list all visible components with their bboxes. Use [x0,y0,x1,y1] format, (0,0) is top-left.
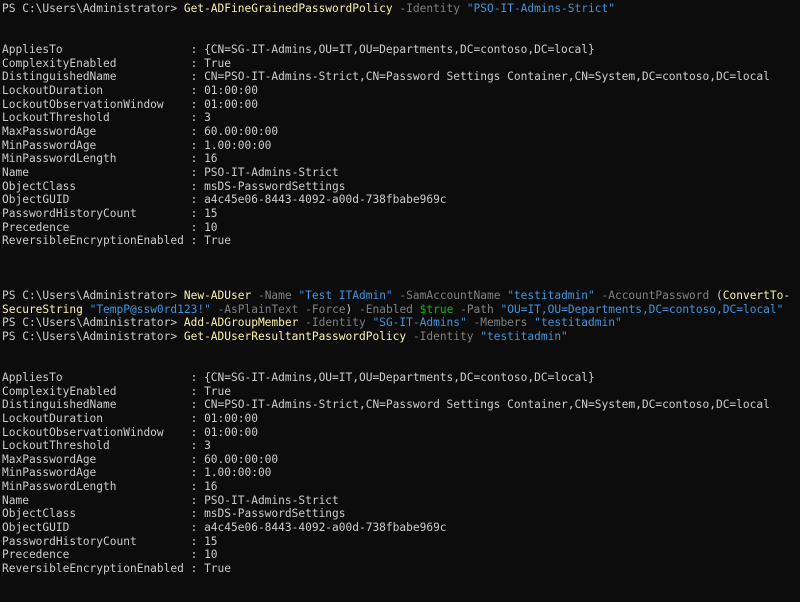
text-segment-default-text: MinPasswordLength : 16 [2,152,218,166]
text-segment-default-text: LockoutObservationWindow : 01:00:00 [2,97,258,111]
output-line: ObjectGUID : a4c45e06-8443-4092-a00d-738… [2,521,447,535]
text-segment-default-text: ReversibleEncryptionEnabled : True [2,562,232,576]
text-segment-string: "Test ITAdmin" [298,288,393,302]
command-line: PS C:\Users\Administrator> New-ADUser -N… [2,289,790,303]
text-segment-default-text: LockoutObservationWindow : 01:00:00 [2,425,258,439]
text-segment-default-text: PS C:\Users\Administrator> [2,316,184,330]
text-segment-default-text: LockoutThreshold : 3 [2,439,211,453]
output-line: ObjectClass : msDS-PasswordSettings [2,180,346,194]
command-line: PS C:\Users\Administrator> Get-ADUserRes… [2,330,568,344]
text-segment-variable: $true [419,302,454,316]
output-line: MaxPasswordAge : 60.00:00:00 [2,453,278,467]
powershell-terminal[interactable]: PS C:\Users\Administrator> Get-ADFineGra… [0,0,800,602]
output-line: LockoutThreshold : 3 [2,111,211,125]
output-line: LockoutDuration : 01:00:00 [2,412,258,426]
output-line: DistinguishedName : CN=PSO-IT-Admins-Str… [2,70,770,84]
text-segment-default-text: ReversibleEncryptionEnabled : True [2,234,232,248]
text-segment-default-text: ) [345,302,360,316]
output-line: MaxPasswordAge : 60.00:00:00 [2,125,278,139]
text-segment-string: "SG-IT-Admins" [372,316,467,330]
text-segment-default-text: DistinguishedName : CN=PSO-IT-Admins-Str… [2,398,770,412]
text-segment-default-text: LockoutThreshold : 3 [2,111,211,125]
output-line: DistinguishedName : CN=PSO-IT-Admins-Str… [2,398,770,412]
output-line: ObjectGUID : a4c45e06-8443-4092-a00d-738… [2,193,447,207]
text-segment-default-text: LockoutDuration : 01:00:00 [2,411,258,425]
output-line: LockoutObservationWindow : 01:00:00 [2,426,258,440]
text-segment-default-text: MinPasswordAge : 1.00:00:00 [2,466,272,480]
text-segment-command: Get-ADFineGrainedPasswordPolicy [183,2,393,15]
text-segment-string: "TempP@ssw0rd123!" [89,302,211,316]
text-segment-default-text: Precedence : 10 [2,548,218,562]
text-segment-parameter: -Enabled [359,302,420,316]
text-segment-parameter: -Identity [392,2,467,15]
output-line: ReversibleEncryptionEnabled : True [2,562,231,576]
output-line: ObjectClass : msDS-PasswordSettings [2,507,346,521]
text-segment-default-text: ( [716,288,723,302]
output-line: ComplexityEnabled : True [2,385,231,399]
text-segment-default-text: MinPasswordLength : 16 [2,480,218,494]
text-segment-string: "testitadmin" [534,316,622,330]
output-line: ReversibleEncryptionEnabled : True [2,234,231,248]
text-segment-default-text: MaxPasswordAge : 60.00:00:00 [2,124,279,138]
output-line: LockoutObservationWindow : 01:00:00 [2,98,258,112]
output-line: MinPasswordLength : 16 [2,152,218,166]
text-segment-default-text: AppliesTo : {CN=SG-IT-Admins,OU=IT,OU=De… [2,43,595,56]
output-line: Precedence : 10 [2,221,218,235]
text-segment-default-text: ComplexityEnabled : True [2,384,232,398]
command-line: PS C:\Users\Administrator> Get-ADFineGra… [2,2,615,16]
text-segment-command: Get-ADUserResultantPasswordPolicy [183,329,407,343]
text-segment-default-text: PasswordHistoryCount : 15 [2,206,218,220]
text-segment-string: "testitadmin" [480,329,568,343]
text-segment-parameter: -Identity [406,329,481,343]
text-segment-default-text: PasswordHistoryCount : 15 [2,534,218,548]
text-segment-parameter: -SamAccountName [392,288,508,302]
text-segment-default-text: PS C:\Users\Administrator> [2,329,184,343]
text-segment-default-text: ComplexityEnabled : True [2,56,232,70]
output-line: MinPasswordAge : 1.00:00:00 [2,139,271,153]
text-segment-default-text: Name : PSO-IT-Admins-Strict [2,493,339,507]
output-line: AppliesTo : {CN=SG-IT-Admins,OU=IT,OU=De… [2,43,595,57]
text-segment-parameter: -Identity [298,316,373,330]
text-segment-default-text: MaxPasswordAge : 60.00:00:00 [2,452,279,466]
output-line: PasswordHistoryCount : 15 [2,535,218,549]
output-line: PasswordHistoryCount : 15 [2,207,218,221]
text-segment-command: SecureString [2,302,83,316]
text-segment-parameter: -Members [466,316,535,330]
text-segment-default-text: ObjectGUID : a4c45e06-8443-4092-a00d-738… [2,193,447,207]
command-line: PS C:\Users\Administrator> Add-ADGroupMe… [2,316,622,330]
text-segment-default-text: ObjectClass : msDS-PasswordSettings [2,507,346,521]
output-line: Precedence : 10 [2,548,218,562]
output-line: Name : PSO-IT-Admins-Strict [2,166,339,180]
text-segment-parameter: -Path [453,302,501,316]
output-line: AppliesTo : {CN=SG-IT-Admins,OU=IT,OU=De… [2,371,595,385]
text-segment-string: "testitadmin" [507,288,595,302]
text-segment-string: "OU=IT,OU=Departments,DC=contoso,DC=loca… [500,302,784,316]
text-segment-default-text: PS C:\Users\Administrator> [2,2,184,15]
output-line: ComplexityEnabled : True [2,57,231,71]
text-segment-command: ConvertTo- [722,288,791,302]
text-segment-default-text: AppliesTo : {CN=SG-IT-Admins,OU=IT,OU=De… [2,370,595,384]
text-segment-parameter: -AsPlainText -Force [210,302,346,316]
text-segment-default-text: ObjectGUID : a4c45e06-8443-4092-a00d-738… [2,521,447,535]
text-segment-command: New-ADUser [183,288,252,302]
text-segment-default-text: LockoutDuration : 01:00:00 [2,84,258,97]
text-segment-default-text [83,303,90,316]
output-line: MinPasswordLength : 16 [2,480,218,494]
output-line: MinPasswordAge : 1.00:00:00 [2,466,271,480]
text-segment-default-text: Name : PSO-IT-Admins-Strict [2,165,339,179]
output-line: SecureString "TempP@ssw0rd123!" -AsPlain… [2,303,783,317]
text-segment-parameter: -Name [251,288,299,302]
output-line: LockoutThreshold : 3 [2,439,211,453]
text-segment-command: Add-ADGroupMember [183,316,299,330]
text-segment-default-text: PS C:\Users\Administrator> [2,288,184,302]
text-segment-default-text: ObjectClass : msDS-PasswordSettings [2,179,346,193]
text-segment-default-text: MinPasswordAge : 1.00:00:00 [2,138,272,152]
output-line: LockoutDuration : 01:00:00 [2,84,258,98]
text-segment-default-text: DistinguishedName : CN=PSO-IT-Admins-Str… [2,70,770,84]
text-segment-string: "PSO-IT-Admins-Strict" [466,2,615,15]
text-segment-default-text: Precedence : 10 [2,220,218,234]
text-segment-parameter: -AccountPassword [594,288,716,302]
output-line: Name : PSO-IT-Admins-Strict [2,494,339,508]
